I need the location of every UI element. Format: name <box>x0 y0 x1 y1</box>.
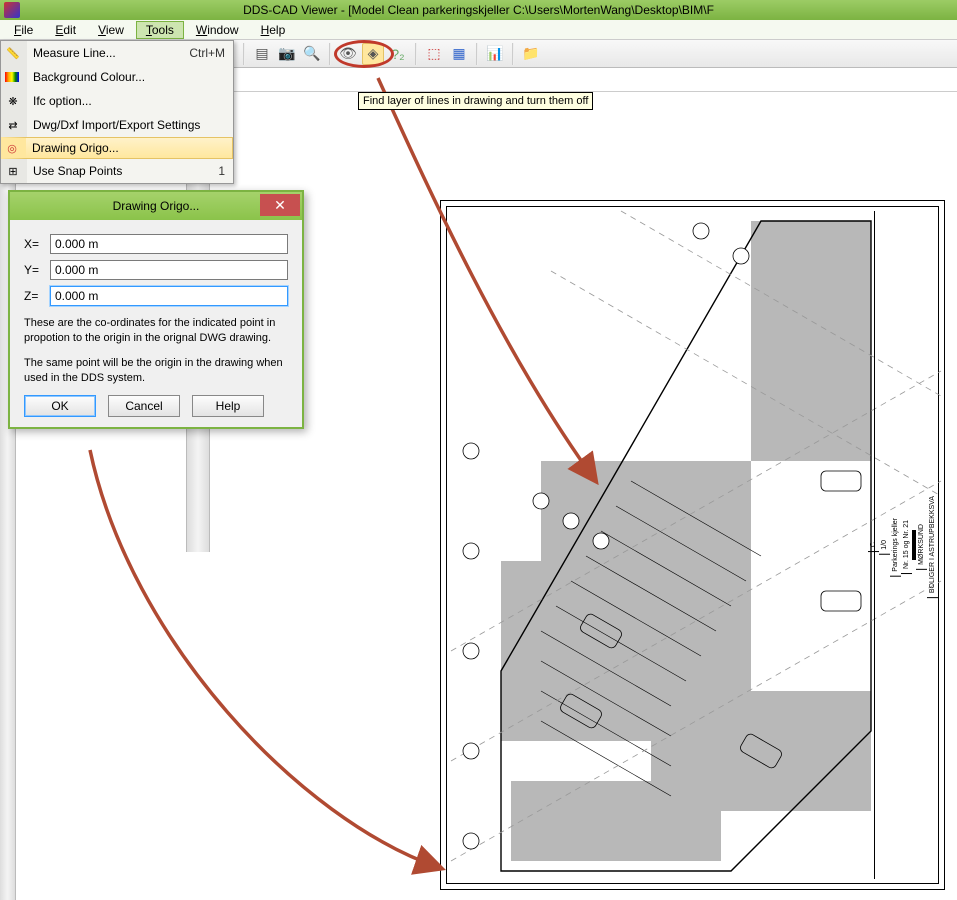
app-icon <box>4 2 20 18</box>
dialog-close-button[interactable]: ✕ <box>260 194 300 216</box>
menu-tools[interactable]: Tools <box>136 21 184 39</box>
titleblock-line2: MØRKSUND <box>916 520 927 570</box>
cancel-button[interactable]: Cancel <box>108 395 180 417</box>
toolbar-btn-help2[interactable]: ?₂ <box>387 43 409 65</box>
toolbar-separator <box>476 43 478 65</box>
ruler-icon: 📏 <box>5 45 21 61</box>
titleblock-logo <box>912 530 916 560</box>
menu-window[interactable]: Window <box>186 21 249 39</box>
tooltip: Find layer of lines in drawing and turn … <box>358 92 593 110</box>
toolbar-btn-zoom[interactable]: 🔍 <box>301 43 323 65</box>
titleblock-line4: Parkerings kjeller <box>890 514 901 577</box>
menu-item-label: Use Snap Points <box>27 164 218 178</box>
menu-item-label: Dwg/Dxf Import/Export Settings <box>27 118 225 132</box>
window-title: DDS-CAD Viewer - [Model Clean parkerings… <box>243 3 714 17</box>
menu-item-background-colour[interactable]: Background Colour... <box>1 65 233 89</box>
titleblock-line1: BOLIGER I ASTRUPBEKKSVA <box>927 492 938 598</box>
z-label: Z= <box>24 289 50 303</box>
toolbar-separator <box>512 43 514 65</box>
menu-item-measure-line[interactable]: 📏 Measure Line... Ctrl+M <box>1 41 233 65</box>
menu-item-label: Drawing Origo... <box>26 141 224 155</box>
toolbar-btn-grid[interactable]: ▦ <box>448 43 470 65</box>
dialog-paragraph-2: The same point will be the origin in the… <box>24 356 288 386</box>
titleblock-line3: Nr. 15 og Nr. 21 <box>901 516 912 574</box>
drawing-title-block: BOLIGER I ASTRUPBEKKSVA MØRKSUND Nr. 15 … <box>874 211 938 879</box>
snap-icon: ⊞ <box>5 163 21 179</box>
import-export-icon: ⇄ <box>5 117 21 133</box>
dialog-titlebar[interactable]: Drawing Origo... ✕ <box>10 192 302 220</box>
menu-edit[interactable]: Edit <box>45 21 86 39</box>
menu-item-dwg-dxf-settings[interactable]: ⇄ Dwg/Dxf Import/Export Settings <box>1 113 233 137</box>
palette-icon <box>5 72 19 82</box>
drawing-origo-dialog: Drawing Origo... ✕ X= Y= Z= These are th… <box>8 190 304 429</box>
help-button[interactable]: Help <box>192 395 264 417</box>
toolbar-btn-node[interactable]: ⬚ <box>423 43 445 65</box>
toolbar-btn-1[interactable]: ▤ <box>251 43 273 65</box>
dialog-body: X= Y= Z= These are the co-ordinates for … <box>10 220 302 427</box>
toolbar-btn-folder[interactable]: 📁 <box>520 43 542 65</box>
menu-item-ifc-option[interactable]: ❋ Ifc option... <box>1 89 233 113</box>
dialog-paragraph-1: These are the co-ordinates for the indic… <box>24 316 288 346</box>
toolbar-btn-eye[interactable]: 👁 <box>337 43 359 65</box>
menu-view[interactable]: View <box>88 21 134 39</box>
toolbar-separator <box>329 43 331 65</box>
menu-item-label: Measure Line... <box>27 46 189 60</box>
close-icon: ✕ <box>274 197 286 214</box>
y-input[interactable] <box>50 260 288 280</box>
window-titlebar: DDS-CAD Viewer - [Model Clean parkerings… <box>0 0 957 20</box>
tools-dropdown: 📏 Measure Line... Ctrl+M Background Colo… <box>0 40 234 184</box>
drawing-canvas[interactable]: BOLIGER I ASTRUPBEKKSVA MØRKSUND Nr. 15 … <box>440 200 945 890</box>
menu-item-drawing-origo[interactable]: ◎ Drawing Origo... <box>1 137 233 159</box>
dialog-title: Drawing Origo... <box>113 199 200 213</box>
x-label: X= <box>24 237 50 251</box>
menu-item-label: Ifc option... <box>27 94 225 108</box>
ifc-icon: ❋ <box>5 93 21 109</box>
toolbar-btn-chart[interactable]: 📊 <box>484 43 506 65</box>
menu-item-shortcut: 1 <box>218 164 225 178</box>
titleblock-sheet: 1/0 <box>879 536 890 555</box>
menu-item-shortcut: Ctrl+M <box>189 46 225 60</box>
menu-item-label: Background Colour... <box>27 70 225 84</box>
y-label: Y= <box>24 263 50 277</box>
z-input[interactable] <box>50 286 288 306</box>
ok-button[interactable]: OK <box>24 395 96 417</box>
titleblock-rev: C <box>868 538 879 552</box>
toolbar-btn-layer-find[interactable]: ◈ <box>362 43 384 65</box>
toolbar-separator <box>243 43 245 65</box>
x-input[interactable] <box>50 234 288 254</box>
menu-file[interactable]: File <box>4 21 43 39</box>
menubar: File Edit View Tools Window Help <box>0 20 957 40</box>
menu-help[interactable]: Help <box>251 21 296 39</box>
toolbar-btn-camera[interactable]: 📷 <box>276 43 298 65</box>
menu-item-use-snap-points[interactable]: ⊞ Use Snap Points 1 <box>1 159 233 183</box>
toolbar-separator <box>415 43 417 65</box>
origo-icon: ◎ <box>4 140 20 156</box>
